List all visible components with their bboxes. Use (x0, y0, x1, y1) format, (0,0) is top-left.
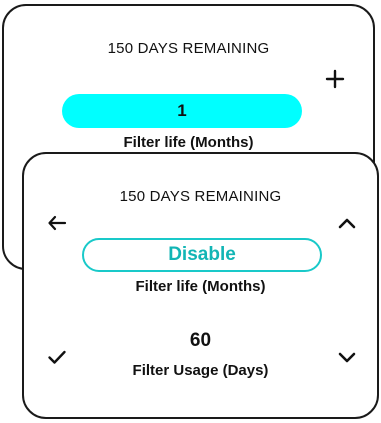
filter-life-label: Filter life (Months) (135, 278, 266, 295)
plus-icon[interactable] (322, 66, 348, 92)
filter-usage-label: Filter Usage (Days) (132, 362, 269, 379)
days-remaining-text: 150 DAYS REMAINING (107, 40, 270, 57)
filter-usage-value: 60 (189, 330, 212, 351)
filter-life-value-selector[interactable]: 1 (62, 94, 302, 128)
chevron-up-icon[interactable] (334, 210, 360, 236)
front-screen-card: 150 DAYS REMAINING Disable Filter life (… (22, 152, 379, 419)
filter-life-disable-selector[interactable]: Disable (82, 238, 322, 272)
arrow-left-icon[interactable] (44, 210, 70, 236)
filter-life-value: 1 (177, 101, 187, 120)
filter-life-label: Filter life (Months) (123, 134, 254, 151)
filter-life-value: Disable (168, 244, 236, 265)
days-remaining-text: 150 DAYS REMAINING (119, 188, 282, 205)
